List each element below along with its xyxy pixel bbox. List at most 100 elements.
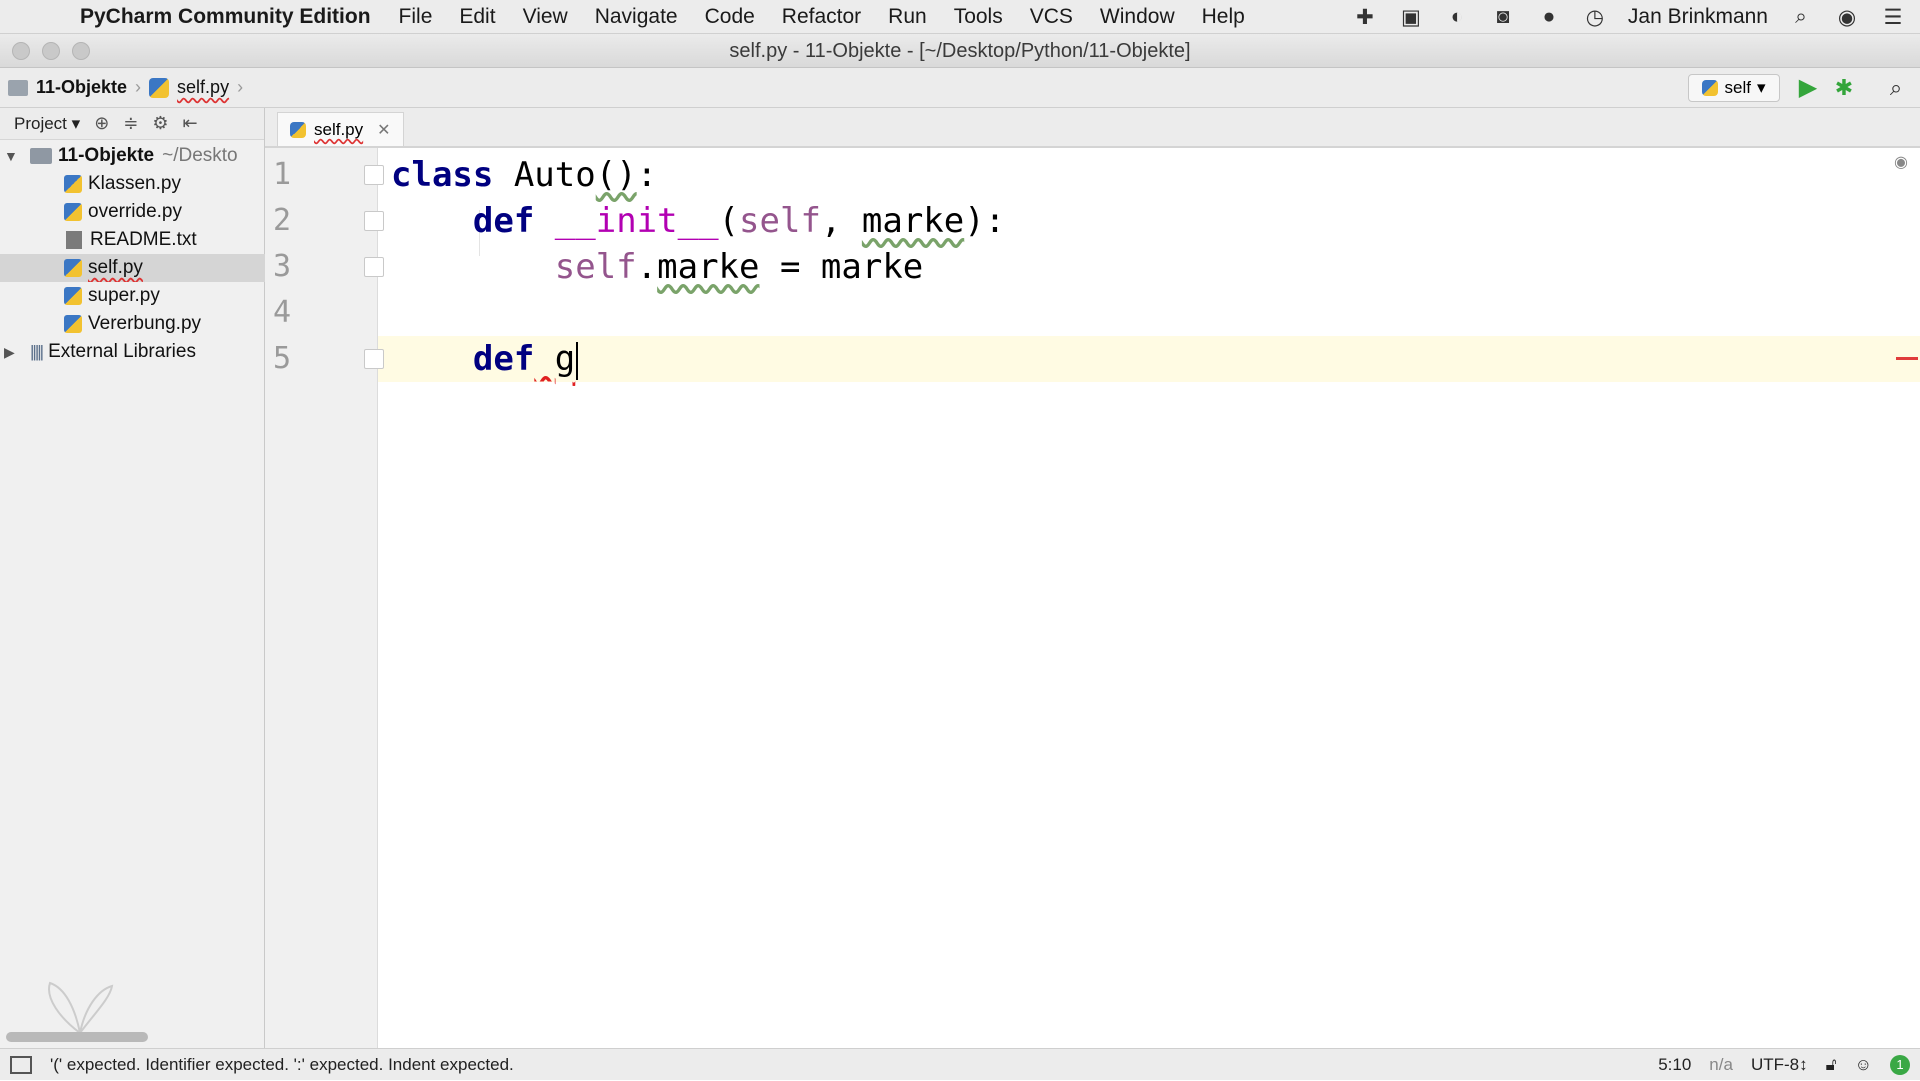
breadcrumb-project[interactable]: 11-Objekte	[0, 77, 135, 98]
spotlight-search-icon[interactable]: ⌕	[1788, 5, 1814, 29]
menu-navigate[interactable]: Navigate	[595, 5, 678, 29]
code-line-5[interactable]: def g	[391, 336, 579, 382]
text-cursor	[576, 341, 579, 380]
tree-file-item[interactable]: Klassen.py	[0, 170, 265, 198]
tree-file-label: override.py	[88, 201, 182, 222]
breadcrumb-label: self.py	[177, 77, 230, 97]
navigation-bar: 11-Objekte › self.py › self ▾ ▶ ✱ ⌕	[0, 68, 1920, 108]
menu-file[interactable]: File	[399, 5, 433, 29]
folder-icon	[8, 79, 28, 96]
menu-help[interactable]: Help	[1202, 5, 1245, 29]
tool-window-toggle-icon[interactable]	[10, 1055, 32, 1074]
cursor-position[interactable]: 5:10	[1658, 1055, 1691, 1075]
menu-refactor[interactable]: Refactor	[782, 5, 861, 29]
tree-root-label: 11-Objekte	[58, 145, 155, 166]
tree-root-path: ~/Deskto	[162, 145, 238, 166]
tab-self-py[interactable]: self.py ✕	[277, 112, 404, 146]
chevron-right-icon: ›	[237, 77, 244, 97]
menu-view[interactable]: View	[523, 5, 568, 29]
tree-file-label: super.py	[88, 285, 160, 306]
eye-icon[interactable]: ◉	[1894, 152, 1916, 171]
tab-label: self.py	[314, 119, 364, 139]
locate-file-icon[interactable]: ⊕	[94, 113, 109, 134]
python-file-icon	[64, 175, 82, 193]
fold-marker-icon[interactable]	[364, 349, 384, 369]
close-tab-icon[interactable]: ✕	[377, 120, 390, 140]
tree-file-item-selected[interactable]: self.py	[0, 254, 265, 282]
python-file-icon	[64, 203, 82, 221]
debug-button[interactable]: ✱	[1830, 74, 1858, 102]
code-editor[interactable]: 1 2 3 4 5 class Auto(): def __init__(sel…	[265, 148, 1920, 1048]
run-button[interactable]: ▶	[1794, 74, 1822, 102]
menu-tools[interactable]: Tools	[954, 5, 1003, 29]
code-line-1[interactable]: class Auto():	[391, 152, 657, 198]
python-file-icon	[149, 77, 170, 98]
hide-panel-icon[interactable]: ⇤	[183, 113, 198, 134]
status-bar: '(' expected. Identifier expected. ':' e…	[0, 1048, 1920, 1080]
event-log-badge[interactable]: 1	[1890, 1055, 1910, 1075]
fold-marker-icon[interactable]	[364, 257, 384, 277]
briefcase-icon[interactable]: ▣	[1398, 5, 1424, 29]
tree-external-label: External Libraries	[48, 341, 196, 362]
menu-edit[interactable]: Edit	[459, 5, 495, 29]
lock-icon[interactable]: 🔓︎	[1826, 1055, 1837, 1075]
app-menu[interactable]: PyCharm Community Edition	[80, 5, 371, 29]
python-file-icon	[1702, 80, 1719, 96]
butterfly-watermark-icon	[48, 981, 114, 1036]
window-title-bar: self.py - 11-Objekte - [~/Desktop/Python…	[0, 34, 1920, 68]
project-panel: Project ▾ ⊕ ≑ ⚙ ⇤ ▼ 11-Objekte ~/Deskto …	[0, 108, 265, 1048]
python-file-icon	[290, 121, 306, 138]
tree-file-label: README.txt	[90, 229, 197, 250]
menu-code[interactable]: Code	[705, 5, 755, 29]
collapse-all-icon[interactable]: ≑	[123, 113, 138, 134]
tree-root-folder[interactable]: ▼ 11-Objekte ~/Deskto	[0, 142, 265, 170]
editor-tabs: self.py ✕	[265, 108, 1920, 148]
breadcrumb-label: 11-Objekte	[36, 77, 128, 97]
window-title: self.py - 11-Objekte - [~/Desktop/Python…	[729, 40, 1191, 62]
tree-file-item[interactable]: super.py	[0, 282, 265, 310]
code-line-3[interactable]: self.marke = marke	[391, 244, 924, 290]
python-file-icon	[64, 259, 82, 277]
line-number: 5	[273, 341, 292, 376]
leaf-icon[interactable]: ◐	[1444, 5, 1470, 29]
python-file-icon	[64, 315, 82, 333]
chat-icon[interactable]: ●	[1536, 5, 1562, 29]
tree-file-label: self.py	[88, 257, 143, 278]
run-configuration-select[interactable]: self ▾	[1688, 74, 1780, 102]
tree-file-item[interactable]: override.py	[0, 198, 265, 226]
text-file-icon	[66, 231, 82, 249]
user-name[interactable]: Jan Brinkmann	[1628, 5, 1768, 29]
notification-center-icon[interactable]: ☰	[1880, 5, 1906, 29]
tree-file-label: Vererbung.py	[88, 313, 202, 334]
gear-icon[interactable]: ⚙	[152, 113, 168, 134]
breadcrumb-file[interactable]: self.py	[141, 77, 237, 98]
tree-external-libraries[interactable]: ▶ ||||| External Libraries	[0, 338, 265, 366]
chevron-down-icon: ▾	[1756, 78, 1766, 97]
fold-marker-icon[interactable]	[364, 211, 384, 231]
plus-cross-icon[interactable]: ✚	[1352, 5, 1378, 29]
horizontal-scrollbar[interactable]	[6, 1032, 148, 1042]
menu-run[interactable]: Run	[888, 5, 927, 29]
tree-file-item[interactable]: Vererbung.py	[0, 310, 265, 338]
line-number: 4	[273, 295, 292, 330]
folder-icon	[30, 148, 52, 164]
status-message: '(' expected. Identifier expected. ':' e…	[50, 1054, 514, 1074]
error-stripe-marker[interactable]	[1896, 357, 1918, 360]
search-icon[interactable]: ⌕	[1882, 74, 1910, 102]
file-encoding[interactable]: UTF-8↕	[1751, 1055, 1808, 1075]
project-toolbar: Project ▾ ⊕ ≑ ⚙ ⇤	[0, 108, 264, 140]
expand-arrow-icon[interactable]: ▼	[4, 142, 20, 170]
line-separator[interactable]: n/a	[1709, 1055, 1733, 1075]
inspector-icon[interactable]: ☺	[1855, 1055, 1872, 1075]
menu-window[interactable]: Window	[1100, 5, 1175, 29]
fold-marker-icon[interactable]	[364, 165, 384, 185]
siri-icon[interactable]: ◉	[1834, 5, 1860, 29]
camera-icon[interactable]: ◙	[1490, 5, 1516, 29]
python-file-icon	[64, 287, 82, 305]
menu-vcs[interactable]: VCS	[1030, 5, 1073, 29]
project-view-select[interactable]: Project ▾	[14, 114, 80, 134]
tree-file-item[interactable]: README.txt	[0, 226, 265, 254]
code-line-2[interactable]: def __init__(self, marke):	[391, 198, 1005, 244]
expand-arrow-icon[interactable]: ▶	[4, 338, 20, 366]
history-clock-icon[interactable]: ◷	[1582, 5, 1608, 29]
